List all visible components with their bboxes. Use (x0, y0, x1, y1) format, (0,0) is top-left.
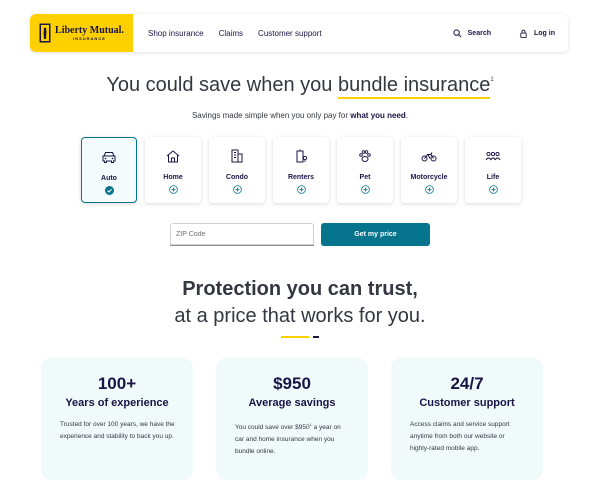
hero-title-text: You could save when you (106, 74, 338, 96)
people-icon (485, 151, 501, 161)
add-circle-icon (360, 185, 370, 194)
hero-title: You could save when you bundle insurance… (0, 74, 600, 99)
nav-claims[interactable]: Claims (219, 29, 243, 38)
product-selector: Auto Home Condo Renters Pet Motorcycle L… (81, 137, 521, 203)
add-circle-icon (488, 185, 498, 194)
stat-title: Years of experience (65, 397, 169, 409)
product-card-home[interactable]: Home (145, 137, 201, 203)
product-label: Pet (359, 174, 371, 181)
login-label: Log in (534, 29, 555, 37)
stat-value: 24/7 (450, 374, 484, 393)
product-label: Life (486, 174, 500, 181)
condo-icon (231, 149, 243, 163)
product-card-pet[interactable]: Pet (337, 137, 393, 203)
get-my-price-button[interactable]: Get my price (321, 223, 430, 246)
product-label: Home (163, 174, 183, 181)
product-label: Auto (101, 175, 117, 182)
search-label: Search (467, 29, 491, 37)
hero-sub-bold: what you need (350, 111, 406, 120)
hero-subtitle: Savings made simple when you only pay fo… (0, 111, 600, 120)
stats-row: 100+ Years of experience Trusted for ove… (41, 358, 543, 480)
hero-title-footnote[interactable]: 1 (490, 77, 493, 83)
paw-icon (359, 150, 371, 162)
stat-body: Access claims and service support anytim… (410, 421, 510, 452)
logo-sub: INSURANCE (73, 35, 106, 41)
add-circle-icon (232, 185, 242, 194)
nav-customer-support[interactable]: Customer support (258, 29, 322, 38)
hero-sub-end: . (405, 111, 409, 120)
statue-of-liberty-icon (39, 23, 51, 43)
add-circle-icon (296, 185, 306, 194)
stat-value: 100+ (97, 374, 137, 393)
search-icon (453, 28, 462, 37)
hero-sub-text: Savings made simple when you only pay fo… (191, 111, 351, 120)
product-label: Motorcycle (410, 174, 448, 181)
product-card-life[interactable]: Life (465, 137, 521, 203)
protection-heading: Protection you can trust, (182, 278, 418, 300)
checkmark-icon (104, 186, 114, 195)
zip-code-input[interactable] (170, 223, 314, 246)
stat-value: $950 (273, 374, 311, 393)
product-card-condo[interactable]: Condo (209, 137, 265, 203)
stat-card-support: 24/7 Customer support Access claims and … (391, 358, 543, 480)
stat-card-savings: $950 Average savings You could save over… (216, 358, 368, 480)
add-circle-icon (424, 185, 434, 194)
liberty-mutual-logo[interactable]: Liberty Mutual. INSURANCE (30, 14, 133, 52)
car-icon (102, 152, 116, 163)
product-card-motorcycle[interactable]: Motorcycle (401, 137, 457, 203)
renters-icon (296, 149, 308, 163)
product-card-renters[interactable]: Renters (273, 137, 329, 203)
lock-icon (520, 29, 527, 38)
logo-name: Liberty Mutual. (55, 24, 124, 36)
stat-body-text: You could save over $950 (235, 424, 310, 432)
main-nav: Shop insurance Claims Customer support (148, 29, 322, 38)
stat-title: Average savings (248, 397, 336, 409)
stat-title: Customer support (419, 397, 515, 409)
section-divider (281, 336, 319, 338)
protection-subheading: at a price that works for you. (174, 305, 426, 327)
stat-body: Trusted for over 100 years, we have the … (60, 421, 175, 440)
product-label: Condo (225, 174, 249, 181)
search-button[interactable]: Search (453, 28, 491, 38)
product-card-auto[interactable]: Auto (81, 137, 137, 203)
nav-shop-insurance[interactable]: Shop insurance (148, 29, 204, 38)
product-label: Renters (287, 174, 315, 181)
hero-title-highlight: bundle insurance (337, 74, 491, 99)
add-circle-icon (168, 185, 178, 194)
site-header: Liberty Mutual. INSURANCE Shop insurance… (30, 14, 568, 52)
stat-body: You could save over $9501 a year on car … (216, 409, 368, 458)
login-button[interactable]: Log in (519, 29, 555, 38)
home-icon (166, 150, 180, 163)
stat-card-experience: 100+ Years of experience Trusted for ove… (41, 358, 193, 480)
motorcycle-icon (421, 152, 437, 162)
